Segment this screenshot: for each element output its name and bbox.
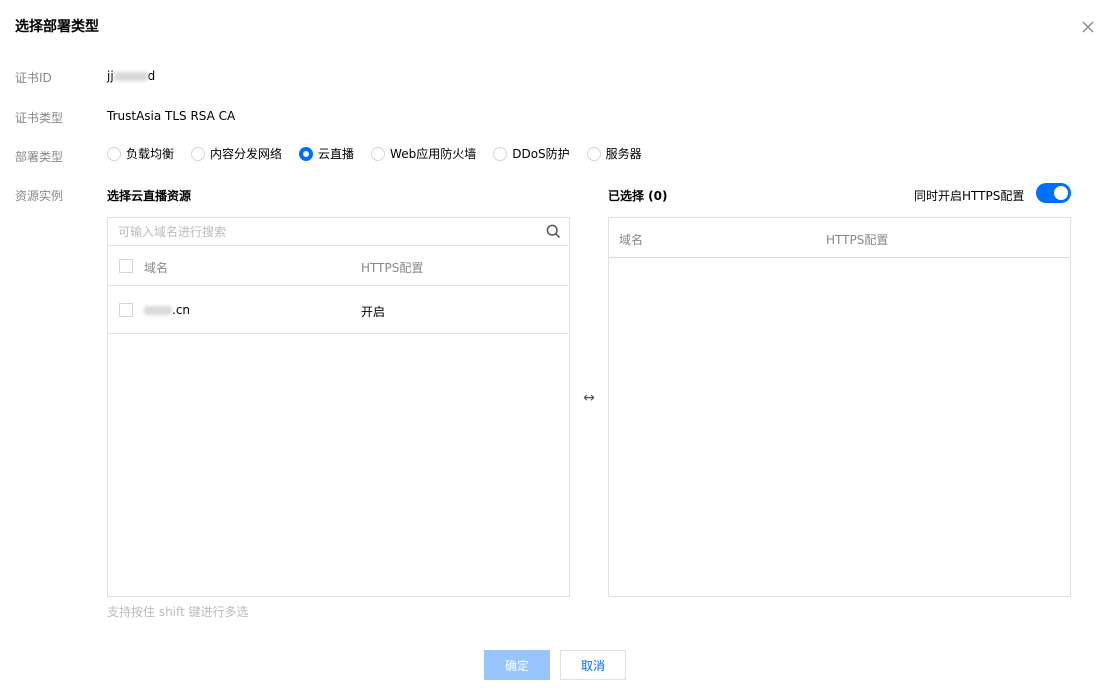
selected-panel bbox=[608, 217, 1071, 597]
https-toggle-switch[interactable] bbox=[1036, 183, 1071, 203]
radio-cdn[interactable]: 内容分发网络 bbox=[191, 145, 282, 162]
right-panel-title: 已选择 (0) bbox=[608, 189, 668, 203]
domain-cell: .cn bbox=[144, 303, 190, 317]
redacted-mask bbox=[144, 306, 172, 315]
resource-label: 资源实例 bbox=[15, 189, 64, 203]
select-all-checkbox[interactable] bbox=[119, 259, 133, 273]
radio-circle[interactable] bbox=[371, 146, 386, 161]
close-icon[interactable] bbox=[1079, 18, 1097, 36]
column-header-domain: 域名 bbox=[619, 233, 644, 247]
search-icon[interactable] bbox=[546, 224, 561, 239]
radio-ddos[interactable]: DDoS防护 bbox=[493, 145, 570, 162]
deploy-type-radio-group: 负载均衡 内容分发网络 云直播 Web应用防火墙 DDoS防护 服务器 bbox=[107, 145, 659, 162]
column-header-https: HTTPS配置 bbox=[361, 261, 424, 275]
https-cell: 开启 bbox=[361, 305, 386, 319]
domain-suffix: .cn bbox=[172, 303, 191, 317]
radio-waf[interactable]: Web应用防火墙 bbox=[371, 145, 476, 162]
radio-circle[interactable] bbox=[191, 146, 206, 161]
selected-table-header: 域名 HTTPS配置 bbox=[609, 218, 1069, 258]
column-header-https: HTTPS配置 bbox=[826, 233, 889, 247]
radio-label: 云直播 bbox=[318, 147, 355, 161]
cert-id-suffix: d bbox=[147, 69, 156, 83]
radio-circle[interactable] bbox=[493, 146, 508, 161]
search-input[interactable] bbox=[108, 218, 568, 246]
confirm-button[interactable]: 确定 bbox=[484, 650, 550, 680]
cert-id-label: 证书ID bbox=[15, 71, 52, 85]
table-row[interactable]: .cn 开启 bbox=[108, 287, 568, 334]
radio-circle-checked[interactable] bbox=[299, 146, 314, 161]
redacted-mask bbox=[113, 72, 148, 81]
cert-id-prefix: jj bbox=[107, 69, 114, 83]
radio-circle[interactable] bbox=[107, 146, 121, 161]
radio-server[interactable]: 服务器 bbox=[586, 145, 642, 162]
toggle-knob bbox=[1054, 186, 1068, 200]
https-toggle-label: 同时开启HTTPS配置 bbox=[914, 189, 1025, 203]
radio-live[interactable]: 云直播 bbox=[299, 145, 354, 162]
radio-circle[interactable] bbox=[586, 146, 601, 161]
row-checkbox[interactable] bbox=[119, 303, 133, 317]
cert-id-value: jj d bbox=[107, 69, 155, 83]
source-table-header: 域名 HTTPS配置 bbox=[108, 247, 568, 286]
radio-label: 服务器 bbox=[605, 147, 642, 161]
column-header-domain: 域名 bbox=[144, 261, 169, 275]
deploy-type-label: 部署类型 bbox=[15, 150, 64, 164]
cancel-button[interactable]: 取消 bbox=[560, 650, 626, 680]
radio-load-balancer[interactable]: 负载均衡 bbox=[107, 145, 174, 162]
radio-label: 内容分发网络 bbox=[210, 147, 283, 161]
cert-type-label: 证书类型 bbox=[15, 111, 64, 125]
cert-type-value: TrustAsia TLS RSA CA bbox=[107, 109, 236, 123]
left-panel-title: 选择云直播资源 bbox=[107, 189, 192, 203]
radio-label: Web应用防火墙 bbox=[390, 147, 477, 161]
transfer-arrow-icon: ↔ bbox=[583, 390, 595, 406]
radio-label: DDoS防护 bbox=[512, 147, 570, 161]
dialog-title: 选择部署类型 bbox=[15, 19, 99, 35]
multi-select-hint: 支持按住 shift 键进行多选 bbox=[107, 605, 249, 619]
radio-label: 负载均衡 bbox=[126, 147, 175, 161]
